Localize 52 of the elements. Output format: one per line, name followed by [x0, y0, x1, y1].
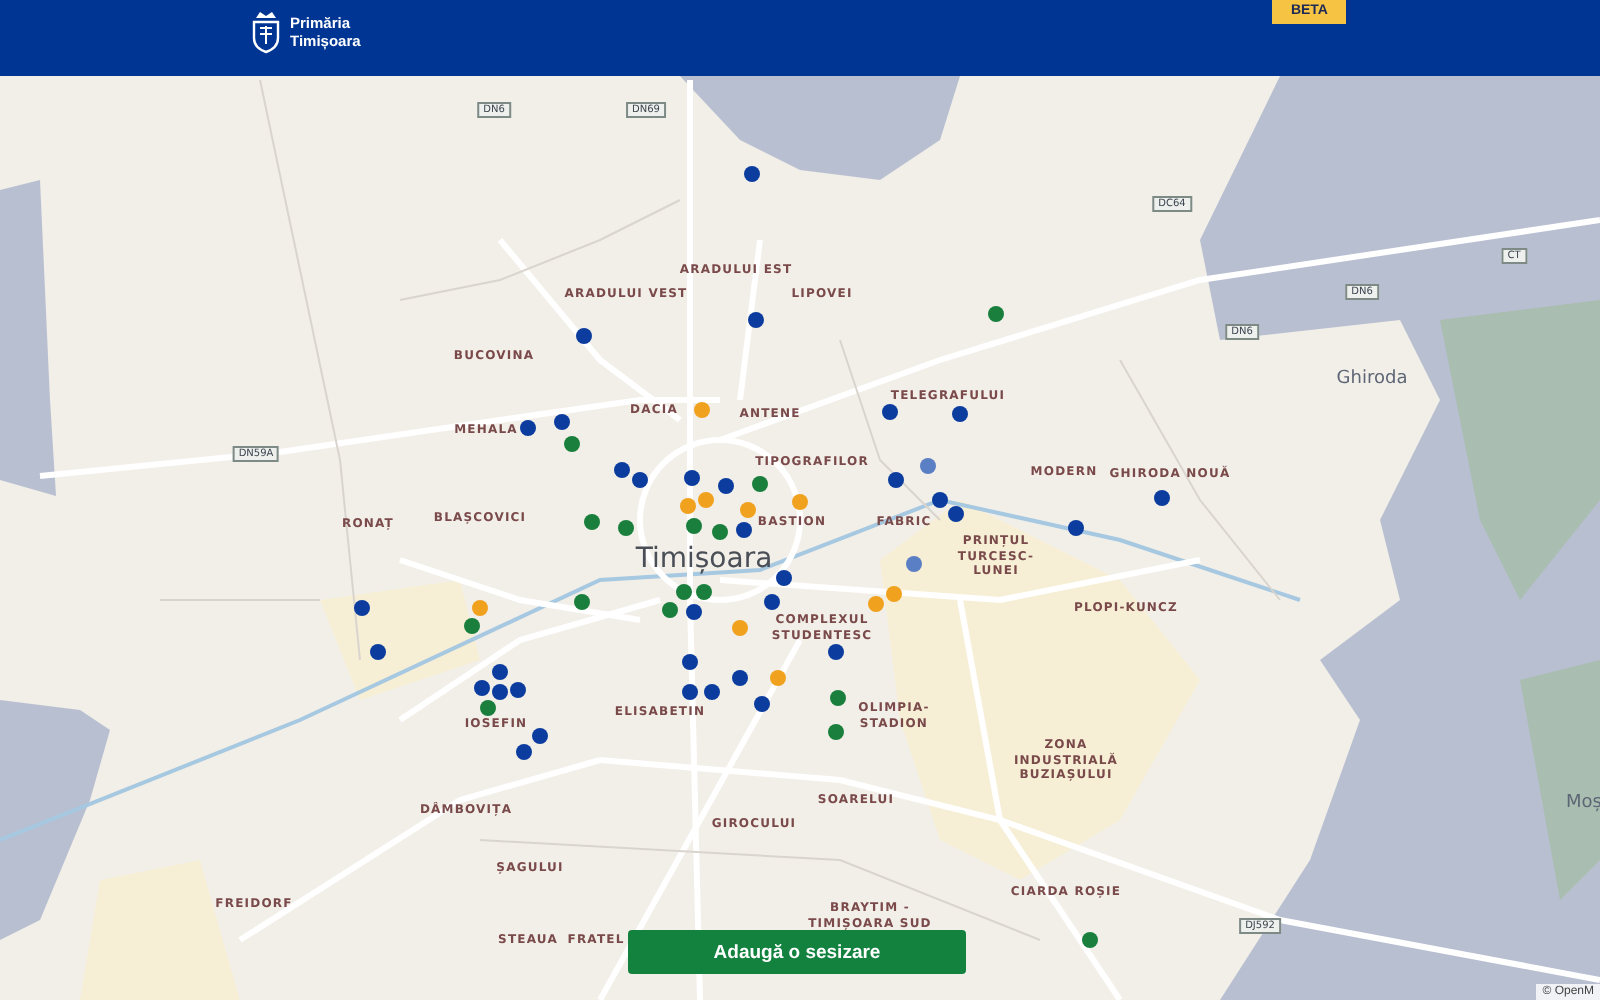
map-pin[interactable] [1082, 932, 1098, 948]
map-pin[interactable] [764, 594, 780, 610]
map-pin[interactable] [516, 744, 532, 760]
place-name-label: Timișoara [635, 542, 773, 578]
map-pin[interactable] [718, 478, 734, 494]
map-pin[interactable] [952, 406, 968, 422]
map-pin[interactable] [480, 700, 496, 716]
map-pin[interactable] [932, 492, 948, 508]
map-pin[interactable] [492, 684, 508, 700]
map-pin[interactable] [776, 570, 792, 586]
map-pin[interactable] [510, 682, 526, 698]
map-pin[interactable] [948, 506, 964, 522]
map-pin[interactable] [1154, 490, 1170, 506]
map-pin[interactable] [632, 472, 648, 488]
map-pin[interactable] [754, 696, 770, 712]
map-pin[interactable] [574, 594, 590, 610]
map-pin[interactable] [988, 306, 1004, 322]
map-pin[interactable] [686, 604, 702, 620]
add-report-button[interactable]: Adaugă o sesizare [628, 930, 966, 974]
map-pin[interactable] [1068, 520, 1084, 536]
map-pin[interactable] [676, 584, 692, 600]
map-pin[interactable] [686, 518, 702, 534]
map-pin[interactable] [830, 690, 846, 706]
map-pin[interactable] [888, 472, 904, 488]
map-pin[interactable] [752, 476, 768, 492]
map-pin[interactable] [682, 654, 698, 670]
map-pin[interactable] [704, 684, 720, 700]
map-pin[interactable] [882, 404, 898, 420]
map-pin[interactable] [662, 602, 678, 618]
map-pin[interactable] [464, 618, 480, 634]
map-pin[interactable] [532, 728, 548, 744]
map-pin[interactable] [474, 680, 490, 696]
map-pin[interactable] [492, 664, 508, 680]
map-pin[interactable] [682, 684, 698, 700]
map-pin[interactable] [828, 644, 844, 660]
map-pin[interactable] [732, 670, 748, 686]
map-pin[interactable] [696, 584, 712, 600]
map-pin[interactable] [576, 328, 592, 344]
map-pin[interactable] [744, 166, 760, 182]
crest-icon [252, 10, 280, 54]
map-pin[interactable] [554, 414, 570, 430]
map-pin[interactable] [712, 524, 728, 540]
map-pin[interactable] [736, 522, 752, 538]
map-pin[interactable] [748, 312, 764, 328]
map-pin[interactable] [584, 514, 600, 530]
place-name-label: Ghiroda [1336, 368, 1408, 392]
map-pin[interactable] [618, 520, 634, 536]
map-pin[interactable] [520, 420, 536, 436]
map-pin[interactable] [828, 724, 844, 740]
map-pin[interactable] [684, 470, 700, 486]
map-pin[interactable] [564, 436, 580, 452]
map-pin[interactable] [614, 462, 630, 478]
